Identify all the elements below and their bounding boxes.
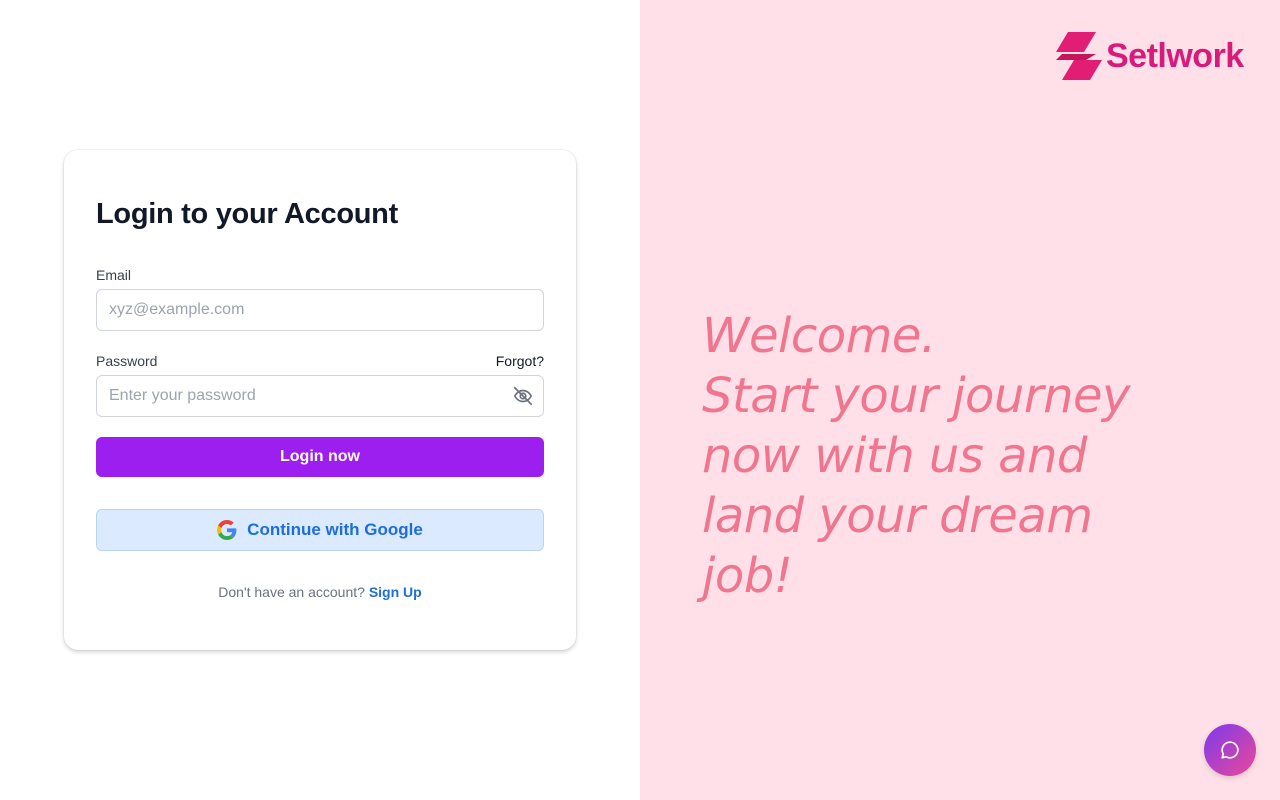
forgot-password-link[interactable]: Forgot?	[496, 353, 544, 369]
email-input[interactable]	[96, 289, 544, 331]
chat-bubble-icon	[1219, 739, 1241, 761]
signup-link[interactable]: Sign Up	[369, 584, 422, 600]
google-button-label: Continue with Google	[247, 520, 423, 539]
google-icon	[217, 520, 237, 540]
welcome-panel: Setlwork Welcome. Start your journey now…	[640, 0, 1280, 800]
welcome-line: job!	[702, 548, 793, 604]
signup-row: Don't have an account? Sign Up	[64, 584, 576, 600]
login-card: Login to your Account Email Password For…	[64, 150, 576, 650]
setlwork-logo-icon	[1056, 32, 1102, 80]
page-title: Login to your Account	[96, 198, 398, 230]
welcome-message: Welcome. Start your journey now with us …	[702, 306, 1162, 606]
login-panel: Login to your Account Email Password For…	[0, 0, 640, 800]
brand-name: Setlwork	[1106, 36, 1244, 75]
welcome-line: Welcome.	[702, 308, 936, 364]
password-field	[96, 375, 544, 417]
welcome-line: now with us and	[702, 428, 1087, 484]
welcome-line: Start your journey	[702, 368, 1130, 424]
brand-logo[interactable]: Setlwork	[1056, 32, 1244, 80]
google-signin-button[interactable]: Continue with Google	[96, 509, 544, 551]
signup-prompt: Don't have an account?	[218, 584, 365, 600]
login-button[interactable]: Login now	[96, 437, 544, 477]
password-input[interactable]	[96, 375, 544, 417]
email-label: Email	[96, 267, 132, 283]
password-label: Password	[96, 353, 158, 369]
welcome-line: land your dream	[702, 488, 1093, 544]
eye-off-icon[interactable]	[512, 385, 534, 407]
chat-button[interactable]	[1204, 724, 1256, 776]
